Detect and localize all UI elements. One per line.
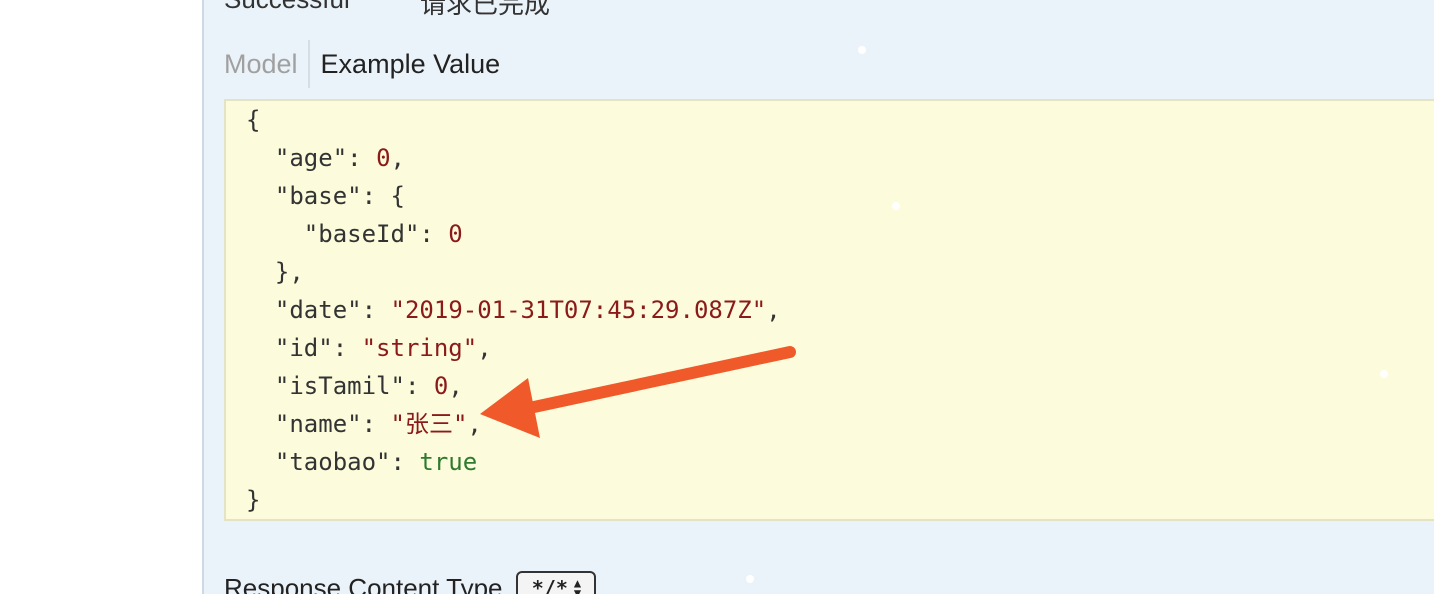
response-content-type-row: Response Content Type */* ▲ ▼ <box>224 568 597 594</box>
json-key-base: "base" <box>274 182 362 210</box>
decorative-dot <box>858 46 866 54</box>
model-tabs: Model Example Value <box>224 40 500 88</box>
json-key-name: "name" <box>274 410 362 438</box>
json-open-brace: { <box>246 106 261 134</box>
example-value-code-box[interactable]: { "age": 0, "base": { "baseId": 0 }, "da… <box>224 99 1434 521</box>
left-margin <box>0 0 202 594</box>
decorative-dot <box>746 575 754 583</box>
tab-model[interactable]: Model <box>224 40 308 88</box>
response-content-type-label: Response Content Type <box>224 572 503 594</box>
json-close-brace: } <box>246 486 261 514</box>
json-value-date: "2019-01-31T07:45:29.087Z" <box>390 296 767 324</box>
response-content-type-select[interactable]: */* ▲ ▼ <box>516 571 597 594</box>
json-key-id: "id" <box>274 334 333 362</box>
json-key-date: "date" <box>274 296 362 324</box>
json-key-baseId: "baseId" <box>303 220 420 248</box>
json-key-age: "age" <box>274 144 348 172</box>
response-status-row: Successful 请求已完成 <box>224 0 550 19</box>
content-type-selected: */* <box>531 576 568 594</box>
response-panel: Successful 请求已完成 Model Example Value { "… <box>202 0 1434 594</box>
json-value-isTamil: 0 <box>433 372 449 400</box>
decorative-dot <box>892 202 900 210</box>
json-key-isTamil: "isTamil" <box>274 372 405 400</box>
json-key-taobao: "taobao" <box>274 448 391 476</box>
tab-example-value[interactable]: Example Value <box>310 40 501 88</box>
response-status-desc: 请求已完成 <box>420 0 551 19</box>
example-json: { "age": 0, "base": { "baseId": 0 }, "da… <box>246 106 781 514</box>
json-value-baseId: 0 <box>448 220 463 248</box>
updown-arrows-icon: ▲ ▼ <box>573 576 582 594</box>
json-value-id: "string" <box>361 334 478 362</box>
response-status-text: Successful <box>224 0 350 14</box>
json-value-taobao: true <box>419 448 478 476</box>
json-value-name: "张三" <box>390 410 468 438</box>
json-value-age: 0 <box>376 144 391 172</box>
decorative-dot <box>1380 370 1388 378</box>
